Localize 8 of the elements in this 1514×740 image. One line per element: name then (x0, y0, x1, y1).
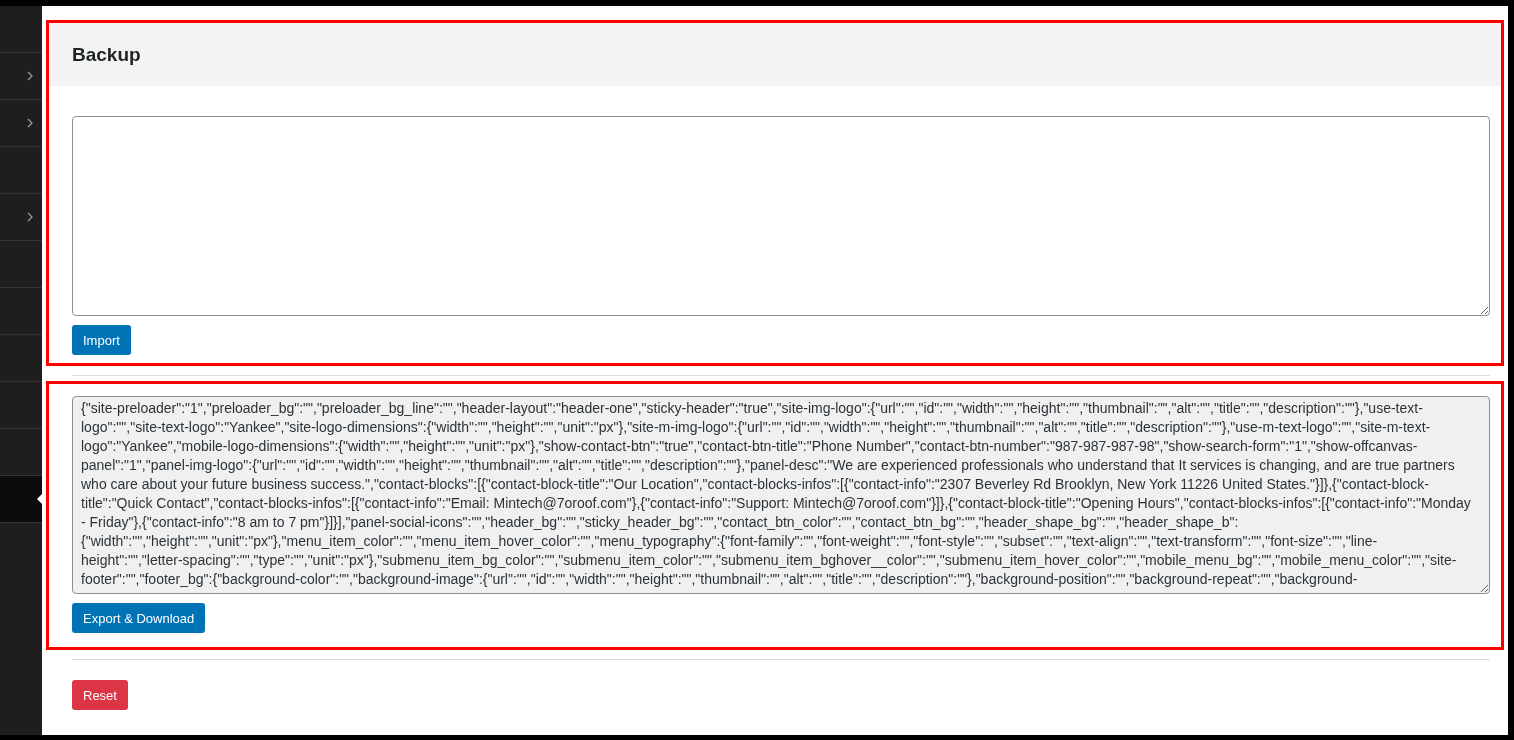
sidebar-item[interactable] (0, 476, 42, 523)
section-title: Backup (72, 43, 141, 66)
import-field[interactable] (72, 116, 1490, 316)
import-button[interactable]: Import (72, 325, 131, 355)
export-field[interactable]: {"site-preloader":"1","preloader_bg":"","preloader_bg_line":"","header-layout":"header-one","sticky-header":"true","site-img-logo":{"url":"","id":"","width":"","height":"","thumbnail":"","alt":"","title":"","description":""},"use-text-logo":"","site-text-logo":"Yankee","site-logo-dimensions":{"width":"","height":"","unit":"px"},"site-m-img-logo":{"url":"","id":"","width":"","height":"","thumbnail":"","alt":"","title":"","description":""},"use-m-text-logo":"","site-m-text-logo":"Yankee","mobile-logo-dimensions":{"width":"","height":"","unit":"px"},"show-contact-btn":"true","contact-btn-title":"Phone Number","contact-btn-number":"987-987-987-98","show-search-form":"1","show-offcanvas-panel":"1","panel-img-logo":{"url":"","id":"","width":"","height":"","thumbnail":"","alt":"","title":"","description":""},"panel-desc":"We are experienced professionals who understand that It services is changing, and are true partners who care about your future business success.","contact-blocks":[{"contact-block-title":"Our Location","contact-blocks-infos":[{"contact-info":"2307 Beverley Rd Brooklyn, New York 11226 United States."}]},{"contact-block-title":"Quick Contact","contact-blocks-infos":[{"contact-info":"Email: Mintech@7oroof.com"},{"contact-info":"Support: Mintech@7oroof.com"}]},{"contact-block-title":"Opening Hours","contact-blocks-infos":[{"contact-info":"Monday - Friday"},{"contact-info":"8 am to 7 pm"}]}],"panel-social-icons":"","header_bg":"","sticky_header_bg":"","contact_btn_color":"","contact_btn_bg":"","header_shape_bg":"","header_shape_b":{"width":"","height":"","unit":"px"},"menu_item_color":"","menu_item_hover_color":"","menu_typography":{"font-family":"","font-weight":"","font-style":"","subset":"","text-align":"","text-transform":"","font-size":"","line-height":"","letter-spacing":"","type":"","unit":"px"},"submenu_item_bg_color":"","submenu_item_color":"","submenu_item_bghover__color":"","submenu_item_hover_color":"","mobile_menu_bg":"","mobile_menu_color":"","site-footer":"","footer_bg":{"background-color":"","background-image":{"url":"","id":"","width":"","height":"","thumbnail":"","alt":"","title":"","description":""},"background-position":"","background-repeat":"","background- (72, 396, 1490, 594)
export-download-button[interactable]: Export & Download (72, 603, 206, 633)
reset-button[interactable]: Reset (72, 680, 128, 710)
active-pointer-icon (37, 494, 42, 504)
